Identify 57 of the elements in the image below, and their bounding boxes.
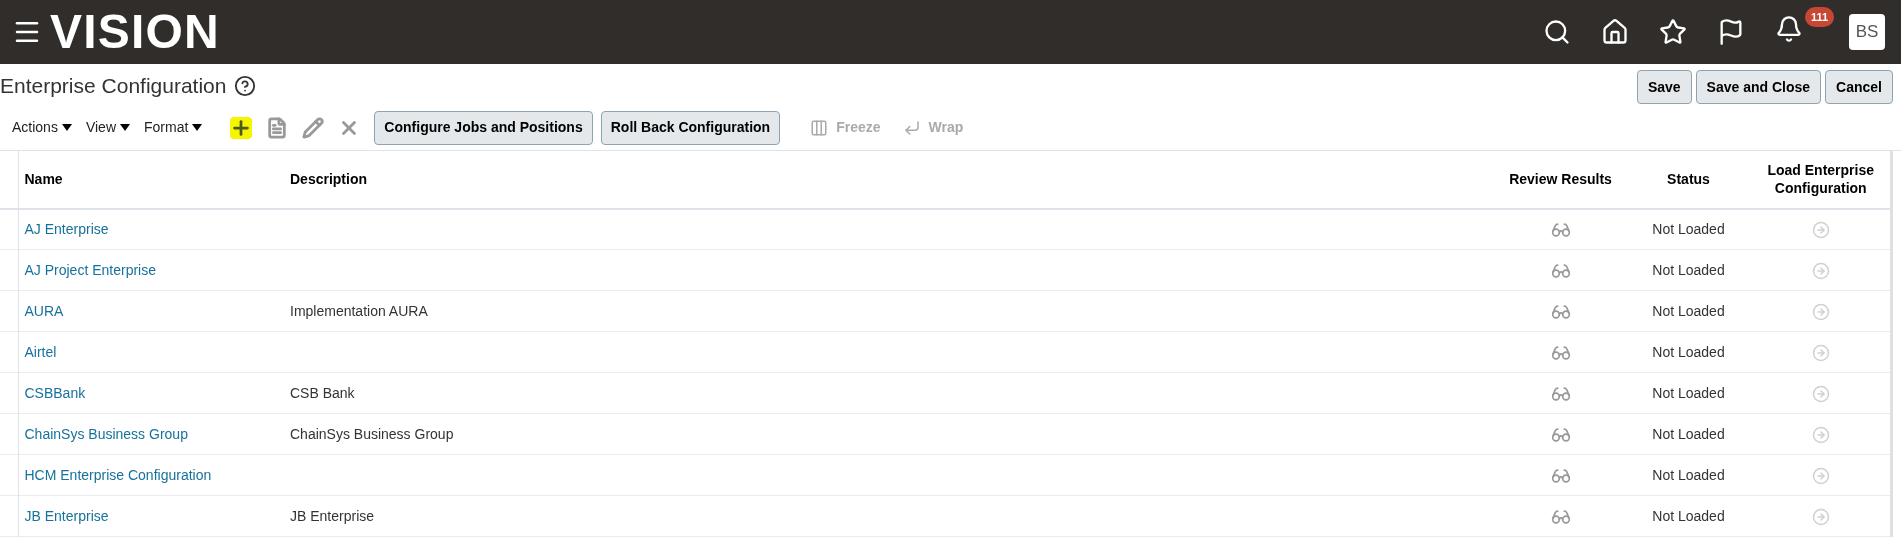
- glasses-icon[interactable]: [1550, 220, 1571, 240]
- search-icon[interactable]: [1543, 18, 1571, 46]
- page-title: Enterprise Configuration: [0, 73, 227, 99]
- column-header: Description: [284, 150, 1496, 209]
- status-cell: Not Loaded: [1652, 385, 1725, 401]
- menu-button[interactable]: View: [85, 117, 130, 139]
- add-icon[interactable]: [230, 116, 253, 139]
- page-button[interactable]: Save and Close: [1695, 70, 1822, 104]
- help-icon[interactable]: [234, 74, 257, 97]
- toolbar-button[interactable]: Roll Back Configuration: [600, 110, 781, 145]
- arrow-circle-icon[interactable]: [1811, 221, 1830, 239]
- name-link[interactable]: ChainSys Business Group: [24, 426, 188, 442]
- name-link[interactable]: Airtel: [24, 344, 57, 360]
- arrow-circle-icon[interactable]: [1811, 384, 1830, 403]
- status-cell: Not Loaded: [1652, 262, 1725, 278]
- name-link[interactable]: CSBBank: [24, 385, 86, 401]
- notification-count: 111: [1805, 6, 1835, 27]
- status-cell: Not Loaded: [1652, 467, 1725, 483]
- name-link[interactable]: AJ Project Enterprise: [24, 262, 156, 278]
- caret-icon: [120, 124, 130, 132]
- bell-icon[interactable]: [1775, 14, 1803, 43]
- user-avatar[interactable]: BS: [1849, 14, 1885, 50]
- menu-button[interactable]: Format: [144, 117, 203, 139]
- caret-icon: [192, 124, 203, 132]
- status-cell: Not Loaded: [1652, 221, 1725, 238]
- freeze-icon: [810, 118, 829, 137]
- star-icon[interactable]: [1659, 18, 1687, 46]
- column-header: Review Results: [1495, 150, 1626, 209]
- home-icon[interactable]: [1601, 18, 1629, 46]
- name-link[interactable]: HCM Enterprise Configuration: [24, 467, 212, 483]
- status-cell: Not Loaded: [1652, 303, 1725, 319]
- status-cell: Not Loaded: [1652, 426, 1725, 442]
- arrow-circle-icon[interactable]: [1811, 343, 1830, 362]
- arrow-circle-icon[interactable]: [1811, 466, 1830, 485]
- name-link[interactable]: AURA: [24, 303, 64, 319]
- table-cell: JB Enterprise: [290, 508, 375, 524]
- column-header: Load Enterprise Configuration: [1751, 150, 1892, 209]
- arrow-circle-icon[interactable]: [1811, 425, 1830, 444]
- table-cell: Implementation AURA: [290, 303, 428, 319]
- page-button[interactable]: Cancel: [1825, 70, 1893, 104]
- table-cell: ChainSys Business Group: [290, 426, 454, 442]
- arrow-circle-icon[interactable]: [1811, 261, 1830, 280]
- arrow-circle-icon[interactable]: [1811, 507, 1830, 526]
- caret-icon: [61, 124, 72, 132]
- column-header: Name: [18, 150, 284, 209]
- menu-button[interactable]: Actions: [12, 117, 72, 139]
- toolbar-button[interactable]: Configure Jobs and Positions: [374, 110, 593, 145]
- logo: VISION: [50, 8, 220, 56]
- wrap-icon: [902, 118, 921, 137]
- arrow-circle-icon[interactable]: [1811, 302, 1830, 321]
- table-cell: CSB Bank: [290, 385, 355, 401]
- column-header: Status: [1625, 150, 1752, 209]
- name-link[interactable]: AJ Enterprise: [24, 221, 109, 238]
- page-button[interactable]: Save: [1636, 70, 1692, 104]
- status-cell: Not Loaded: [1652, 344, 1725, 360]
- status-cell: Not Loaded: [1652, 508, 1725, 524]
- name-link[interactable]: JB Enterprise: [24, 508, 109, 524]
